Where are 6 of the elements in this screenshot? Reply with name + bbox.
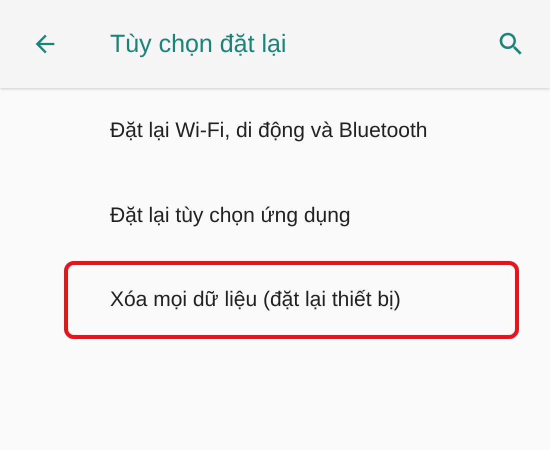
item-label[interactable]: Xóa mọi dữ liệu (đặt lại thiết bị) [110,288,401,312]
item-label[interactable]: Đặt lại tùy chọn ứng dụng [110,204,351,228]
list-item[interactable]: Đặt lại tùy chọn ứng dụng [0,173,550,258]
item-label[interactable]: Đặt lại Wi-Fi, di động và Bluetooth [110,118,428,142]
screen-title: Tùy chọn đặt lại [110,30,288,58]
list-item[interactable]: Đặt lại Wi-Fi, di động và Bluetooth [0,88,550,173]
